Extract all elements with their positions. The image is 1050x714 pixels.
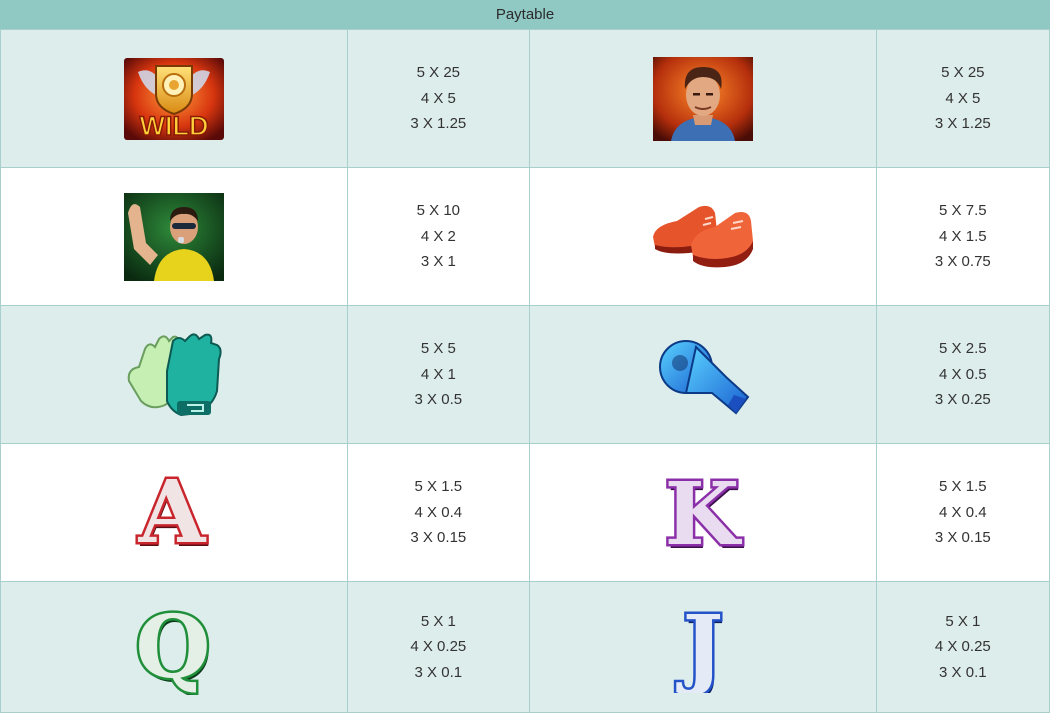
pay-5: 5 X 25 (941, 64, 985, 82)
paytable-row: WILD 5 X 25 4 X 5 3 X 1.25 5 X 25 4 X 5 … (0, 29, 1050, 168)
pay-4: 4 X 0.4 (414, 503, 463, 521)
paytable-row: 5 X 5 4 X 1 3 X 0.5 5 X 2.5 4 X 0.5 3 X … (0, 305, 1050, 444)
pay-4: 4 X 0.4 (939, 503, 987, 521)
pay-3: 3 X 0.15 (410, 529, 467, 547)
symbol-cell (529, 167, 877, 306)
pay-5: 5 X 7.5 (939, 202, 987, 220)
pay-3: 3 X 0.1 (414, 663, 463, 681)
referee-icon (123, 192, 224, 281)
pay-5: 5 X 1.5 (939, 478, 987, 496)
wild-label: WILD (139, 111, 208, 140)
pay-5: 5 X 10 (416, 202, 461, 220)
gloves-icon (125, 331, 223, 419)
pay-5: 5 X 2.5 (939, 340, 987, 358)
pay-5: 5 X 1.5 (414, 478, 463, 496)
letter-a-icon: A A (129, 468, 219, 558)
letter-q-glyph: Q (135, 599, 210, 695)
paytable-grid: WILD 5 X 25 4 X 5 3 X 1.25 5 X 25 4 X 5 … (0, 29, 1050, 713)
pay-4: 4 X 1.5 (939, 227, 987, 245)
pay-cell: 5 X 25 4 X 5 3 X 1.25 (875, 29, 1050, 168)
pay-3: 3 X 0.1 (939, 663, 987, 681)
wild-icon: WILD (123, 57, 224, 140)
pay-3: 3 X 0.15 (934, 529, 991, 547)
pay-3: 3 X 0.25 (934, 391, 991, 409)
pay-cell: 5 X 2.5 4 X 0.5 3 X 0.25 (875, 305, 1050, 444)
letter-j-icon: J J (661, 601, 745, 693)
symbol-cell: Q Q (0, 581, 348, 713)
pay-cell: 5 X 1.5 4 X 0.4 3 X 0.15 (875, 443, 1050, 582)
paytable-title: Paytable (495, 6, 555, 23)
symbol-cell: K K (529, 443, 877, 582)
pay-5: 5 X 1 (420, 612, 456, 630)
paytable-row: 5 X 10 4 X 2 3 X 1 5 X 7.5 4 X 1.5 3 X 0… (0, 167, 1050, 306)
symbol-cell (529, 305, 877, 444)
paytable-row: A A 5 X 1.5 4 X 0.4 3 X 0.15 K K 5 X 1.5… (0, 443, 1050, 582)
symbol-cell: J J (529, 581, 877, 713)
pay-cell: 5 X 25 4 X 5 3 X 1.25 (346, 29, 531, 168)
symbol-cell (529, 29, 877, 168)
pay-cell: 5 X 1.5 4 X 0.4 3 X 0.15 (346, 443, 531, 582)
pay-4: 4 X 0.25 (410, 638, 467, 656)
pay-cell: 5 X 10 4 X 2 3 X 1 (346, 167, 531, 306)
paytable-header: Paytable (0, 0, 1050, 29)
letter-j-glyph: J (675, 601, 723, 693)
pay-4: 4 X 0.5 (939, 365, 987, 383)
pay-4: 4 X 5 (420, 89, 456, 107)
pay-4: 4 X 5 (945, 89, 981, 107)
pay-5: 5 X 5 (420, 340, 456, 358)
pay-3: 3 X 0.75 (934, 253, 991, 271)
pay-cell: 5 X 1 4 X 0.25 3 X 0.1 (875, 581, 1050, 713)
pay-5: 5 X 25 (416, 64, 461, 82)
pay-4: 4 X 0.25 (934, 638, 991, 656)
symbol-cell (0, 305, 348, 444)
letter-q-icon: Q Q (129, 599, 219, 695)
pay-3: 3 X 1.25 (410, 115, 467, 133)
pay-3: 3 X 1.25 (934, 115, 991, 133)
letter-k-icon: K K (658, 468, 748, 558)
paytable-row: Q Q 5 X 1 4 X 0.25 3 X 0.1 J J 5 X 1 4 X… (0, 581, 1050, 713)
letter-a-glyph: A (137, 468, 206, 558)
symbol-cell: WILD (0, 29, 348, 168)
boots-icon (651, 197, 755, 277)
whistle-icon (656, 333, 750, 417)
symbol-cell: A A (0, 443, 348, 582)
pay-4: 4 X 1 (420, 365, 456, 383)
pay-cell: 5 X 1 4 X 0.25 3 X 0.1 (346, 581, 531, 713)
pay-3: 3 X 0.5 (414, 391, 463, 409)
pay-4: 4 X 2 (420, 227, 456, 245)
pay-cell: 5 X 7.5 4 X 1.5 3 X 0.75 (875, 167, 1050, 306)
pay-3: 3 X 1 (420, 253, 456, 271)
pay-cell: 5 X 5 4 X 1 3 X 0.5 (346, 305, 531, 444)
symbol-cell (0, 167, 348, 306)
letter-k-glyph: K (664, 468, 742, 558)
player-portrait-icon (652, 56, 753, 141)
pay-5: 5 X 1 (945, 612, 981, 630)
